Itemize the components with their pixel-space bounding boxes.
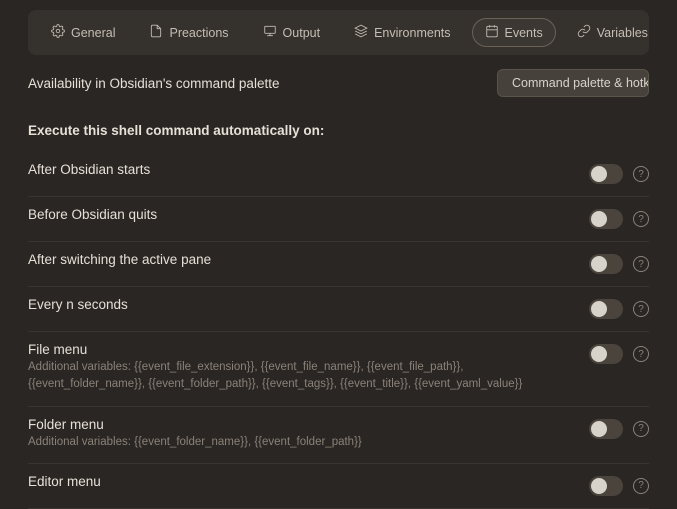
tab-environments[interactable]: Environments (341, 18, 463, 47)
tab-variables[interactable]: Variables (564, 18, 661, 47)
toggle-after-switching[interactable] (589, 254, 623, 274)
toggle-folder-menu[interactable] (589, 419, 623, 439)
link-icon (577, 24, 591, 41)
toggle-every-n-seconds[interactable] (589, 299, 623, 319)
setting-description: Additional variables: {{event_file_exten… (28, 359, 573, 394)
help-icon[interactable]: ? (633, 166, 649, 182)
help-icon[interactable]: ? (633, 211, 649, 227)
tab-label: General (71, 26, 115, 40)
availability-label: Availability in Obsidian's command palet… (28, 76, 279, 91)
toggle-before-quits[interactable] (589, 209, 623, 229)
command-palette-dropdown[interactable]: Command palette & hotkeys (497, 69, 649, 97)
tab-label: Environments (374, 26, 450, 40)
toggle-file-menu[interactable] (589, 344, 623, 364)
setting-folder-menu: Folder menu Additional variables: {{even… (28, 407, 649, 464)
file-icon (149, 24, 163, 41)
help-icon[interactable]: ? (633, 346, 649, 362)
setting-after-switching: After switching the active pane ? (28, 242, 649, 287)
calendar-icon (485, 24, 499, 41)
help-icon[interactable]: ? (633, 301, 649, 317)
output-icon (263, 24, 277, 41)
setting-after-starts: After Obsidian starts ? (28, 152, 649, 197)
help-icon[interactable]: ? (633, 478, 649, 494)
tab-label: Events (505, 26, 543, 40)
tab-label: Preactions (169, 26, 228, 40)
setting-editor-menu: Editor menu ? (28, 464, 649, 509)
setting-title: After switching the active pane (28, 252, 573, 267)
tab-events[interactable]: Events (472, 18, 556, 47)
setting-title: Editor menu (28, 474, 573, 489)
setting-every-n-seconds: Every n seconds ? (28, 287, 649, 332)
gear-icon (51, 24, 65, 41)
help-icon[interactable]: ? (633, 421, 649, 437)
section-header: Execute this shell command automatically… (28, 123, 649, 138)
setting-title: File menu (28, 342, 573, 357)
tab-general[interactable]: General (38, 18, 128, 47)
setting-title: Before Obsidian quits (28, 207, 573, 222)
setting-title: Folder menu (28, 417, 573, 432)
availability-row: Availability in Obsidian's command palet… (28, 69, 649, 97)
setting-file-menu: File menu Additional variables: {{event_… (28, 332, 649, 407)
tab-label: Variables (597, 26, 648, 40)
setting-title: Every n seconds (28, 297, 573, 312)
toggle-after-starts[interactable] (589, 164, 623, 184)
tab-label: Output (283, 26, 321, 40)
tab-preactions[interactable]: Preactions (136, 18, 241, 47)
tab-bar: General Preactions Output Environments E… (28, 10, 649, 55)
layers-icon (354, 24, 368, 41)
setting-description: Additional variables: {{event_folder_nam… (28, 434, 573, 451)
tab-output[interactable]: Output (250, 18, 334, 47)
setting-before-quits: Before Obsidian quits ? (28, 197, 649, 242)
toggle-editor-menu[interactable] (589, 476, 623, 496)
setting-title: After Obsidian starts (28, 162, 573, 177)
help-icon[interactable]: ? (633, 256, 649, 272)
